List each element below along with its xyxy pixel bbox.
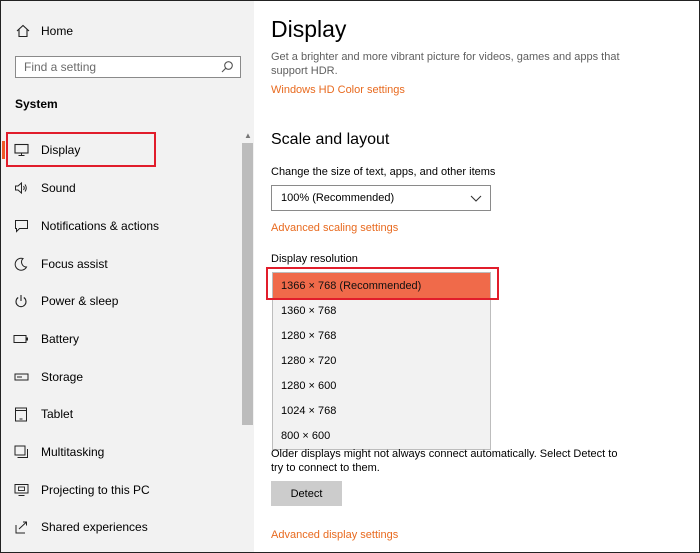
notification-icon (13, 218, 29, 234)
sidebar-item-notifications[interactable]: Notifications & actions (2, 208, 240, 244)
resolution-option[interactable]: 1280 × 600 (273, 373, 490, 398)
display-highlight-box (6, 132, 156, 167)
sidebar-item-label: Multitasking (41, 445, 105, 459)
sidebar-item-projecting[interactable]: Projecting to this PC (2, 472, 240, 508)
moon-icon (13, 256, 29, 272)
sidebar-item-sound[interactable]: Sound (2, 170, 240, 206)
sidebar-item-label: Storage (41, 370, 84, 384)
projector-icon (13, 482, 29, 498)
sidebar-item-shared-experiences[interactable]: Shared experiences (2, 509, 240, 545)
sidebar-item-power-sleep[interactable]: Power & sleep (2, 283, 240, 319)
battery-icon (13, 331, 29, 347)
resolution-option[interactable]: 1360 × 768 (273, 298, 490, 323)
section-title: System (15, 97, 58, 111)
power-icon (13, 293, 29, 309)
hdr-description: Get a brighter and more vibrant picture … (271, 51, 620, 77)
resolution-option[interactable]: 1280 × 768 (273, 323, 490, 348)
sidebar-scroll-thumb[interactable] (242, 143, 253, 425)
chevron-down-icon (470, 192, 482, 204)
sidebar-item-label: Shared experiences (41, 520, 148, 534)
sidebar-item-battery[interactable]: Battery (2, 321, 240, 357)
detect-button[interactable]: Detect (271, 481, 342, 506)
search-input[interactable]: Find a setting (15, 56, 241, 78)
shared-icon (13, 519, 29, 535)
sidebar-item-focus-assist[interactable]: Focus assist (2, 246, 240, 282)
sidebar-item-tablet[interactable]: Tablet (2, 396, 240, 432)
sidebar-item-storage[interactable]: Storage (2, 359, 240, 395)
scale-label: Change the size of text, apps, and other… (271, 166, 496, 178)
resolution-label: Display resolution (271, 253, 358, 265)
sidebar-item-label: Tablet (41, 407, 74, 421)
older-displays-text: Older displays might not always connect … (271, 448, 618, 474)
home-nav[interactable]: Home (15, 23, 73, 39)
scroll-up-arrow-icon[interactable]: ▲ (244, 131, 252, 140)
storage-icon (13, 369, 29, 385)
home-label: Home (41, 24, 74, 38)
scale-dropdown[interactable]: 100% (Recommended) (271, 185, 491, 211)
sidebar-item-label: Projecting to this PC (41, 483, 150, 497)
home-icon (15, 23, 31, 39)
advanced-display-link[interactable]: Advanced display settings (271, 529, 398, 541)
sidebar-item-label: Power & sleep (41, 294, 119, 308)
sidebar-item-label: Notifications & actions (41, 219, 160, 233)
scale-value: 100% (Recommended) (281, 192, 395, 204)
advanced-scaling-link[interactable]: Advanced scaling settings (271, 222, 398, 234)
scale-layout-heading: Scale and layout (271, 131, 390, 148)
sidebar: Home Find a setting System Display Sound… (1, 1, 254, 552)
sidebar-item-multitasking[interactable]: Multitasking (2, 434, 240, 470)
search-placeholder: Find a setting (24, 60, 97, 74)
sidebar-item-label: Sound (41, 181, 76, 195)
active-indicator (2, 141, 5, 159)
tablet-icon (13, 406, 29, 422)
page-title: Display (271, 16, 347, 42)
search-icon[interactable] (220, 60, 234, 74)
speaker-icon (13, 180, 29, 196)
resolution-highlight-box (266, 267, 499, 300)
resolution-option[interactable]: 1024 × 768 (273, 398, 490, 423)
hd-color-settings-link[interactable]: Windows HD Color settings (271, 84, 405, 96)
resolution-option[interactable]: 800 × 600 (273, 423, 490, 448)
sidebar-item-label: Focus assist (41, 257, 108, 271)
sidebar-item-label: Battery (41, 332, 80, 346)
multitasking-icon (13, 444, 29, 460)
resolution-option[interactable]: 1280 × 720 (273, 348, 490, 373)
